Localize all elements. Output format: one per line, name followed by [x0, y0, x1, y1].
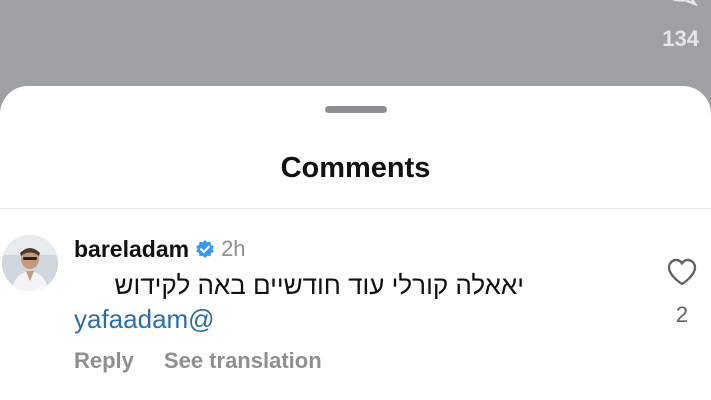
see-translation-button[interactable]: See translation — [164, 348, 322, 374]
post-comment-count: 134 — [662, 26, 699, 51]
comment-timestamp: 2h — [221, 236, 246, 261]
verified-badge-icon — [195, 239, 215, 259]
sheet-grabber-handle[interactable] — [325, 106, 387, 113]
comment-text: יאאלה קורלי עוד חודשיים באה לקידוש — [114, 270, 524, 300]
speech-bubble-icon[interactable] — [663, 0, 699, 7]
comment-username[interactable]: bareladam — [74, 236, 189, 263]
comments-sheet: Comments bareladam 2h יאאלה קורלי עוד חו… — [0, 86, 711, 400]
heart-outline-icon[interactable] — [666, 257, 698, 287]
like-count: 2 — [675, 302, 689, 327]
comment-mention-link[interactable]: yafaadam@ — [74, 304, 215, 335]
comment-actions: Reply See translation — [74, 348, 322, 374]
sheet-title: Comments — [280, 152, 431, 184]
reply-button[interactable]: Reply — [74, 348, 134, 374]
avatar[interactable] — [2, 235, 58, 291]
comments-screen: 134 Comments bareladam 2h יאאלה קורלי עו… — [0, 0, 711, 400]
title-divider — [0, 208, 711, 209]
comment-header: bareladam 2h — [74, 234, 246, 264]
